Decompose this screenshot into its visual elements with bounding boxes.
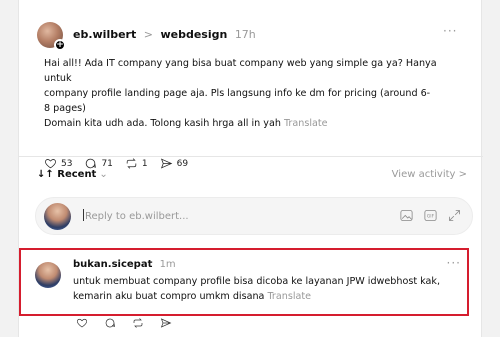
view-activity-link[interactable]: View activity > — [392, 169, 467, 180]
comment-icon[interactable] — [104, 317, 116, 329]
chevron-right-icon: > — [143, 28, 153, 41]
image-icon[interactable] — [399, 208, 414, 223]
comment-username[interactable]: bukan.sicepat — [73, 259, 152, 270]
post-header: eb.wilbert > webdesign 17h — [73, 28, 256, 41]
text-cursor — [83, 209, 84, 221]
chevron-down-icon: ⌄ — [99, 169, 108, 180]
sort-dropdown[interactable]: ↓↑ Recent ⌄ — [37, 169, 108, 180]
post-body-line: Domain kita udh ada. Tolong kasih hrga a… — [44, 118, 328, 129]
post-body-line: company profile landing page aja. Pls la… — [44, 88, 431, 99]
reply-tools: GIF — [399, 208, 462, 223]
comment-body: untuk membuat company profile bisa dicob… — [73, 275, 463, 304]
repost-icon[interactable] — [132, 317, 144, 329]
translate-link[interactable]: Translate — [267, 291, 311, 302]
avatar — [44, 203, 71, 230]
avatar[interactable] — [35, 262, 61, 288]
like-count: 53 — [61, 158, 73, 169]
post-body: Hai all!! Ada IT company yang bisa buat … — [44, 56, 464, 131]
heart-icon[interactable] — [76, 317, 88, 329]
more-options-icon[interactable]: ··· — [443, 24, 457, 38]
translate-link[interactable]: Translate — [284, 118, 328, 129]
reply-count: 71 — [101, 158, 113, 169]
author-avatar-wrap[interactable]: + — [37, 22, 66, 51]
section-divider — [19, 156, 483, 157]
share-icon[interactable] — [160, 317, 172, 329]
more-options-icon[interactable]: ··· — [447, 256, 461, 270]
gif-icon[interactable]: GIF — [423, 208, 438, 223]
comment-time: 1m — [159, 259, 176, 270]
follow-plus-icon[interactable]: + — [54, 39, 66, 51]
comment-body-line: kemarin aku buat compro umkm disana Tran… — [73, 290, 312, 302]
post-time: 17h — [234, 28, 256, 41]
post-username[interactable]: eb.wilbert — [73, 28, 136, 41]
highlighted-comment: bukan.sicepat 1m ··· untuk membuat compa… — [19, 248, 469, 316]
comment-body-line: untuk membuat company profile bisa dicob… — [73, 276, 441, 287]
sort-bar: ↓↑ Recent ⌄ View activity > — [37, 169, 467, 180]
sort-label: Recent — [57, 169, 97, 180]
comment-header: bukan.sicepat 1m — [73, 259, 176, 270]
repost-count: 1 — [141, 158, 148, 169]
reply-input[interactable]: Reply to eb.wilbert... — [83, 209, 189, 222]
reply-box[interactable]: Reply to eb.wilbert... GIF — [35, 197, 473, 235]
post-body-line: Hai all!! Ada IT company yang bisa buat … — [44, 58, 437, 84]
svg-text:GIF: GIF — [427, 213, 435, 219]
expand-icon[interactable] — [447, 208, 462, 223]
post-body-line: 8 pages) — [44, 103, 86, 114]
share-count: 69 — [176, 158, 189, 169]
post-topic[interactable]: webdesign — [160, 28, 227, 41]
thread-card: + eb.wilbert > webdesign 17h ··· Hai all… — [18, 0, 483, 337]
comment-actions — [76, 317, 172, 329]
reply-placeholder: Reply to eb.wilbert... — [85, 211, 189, 222]
